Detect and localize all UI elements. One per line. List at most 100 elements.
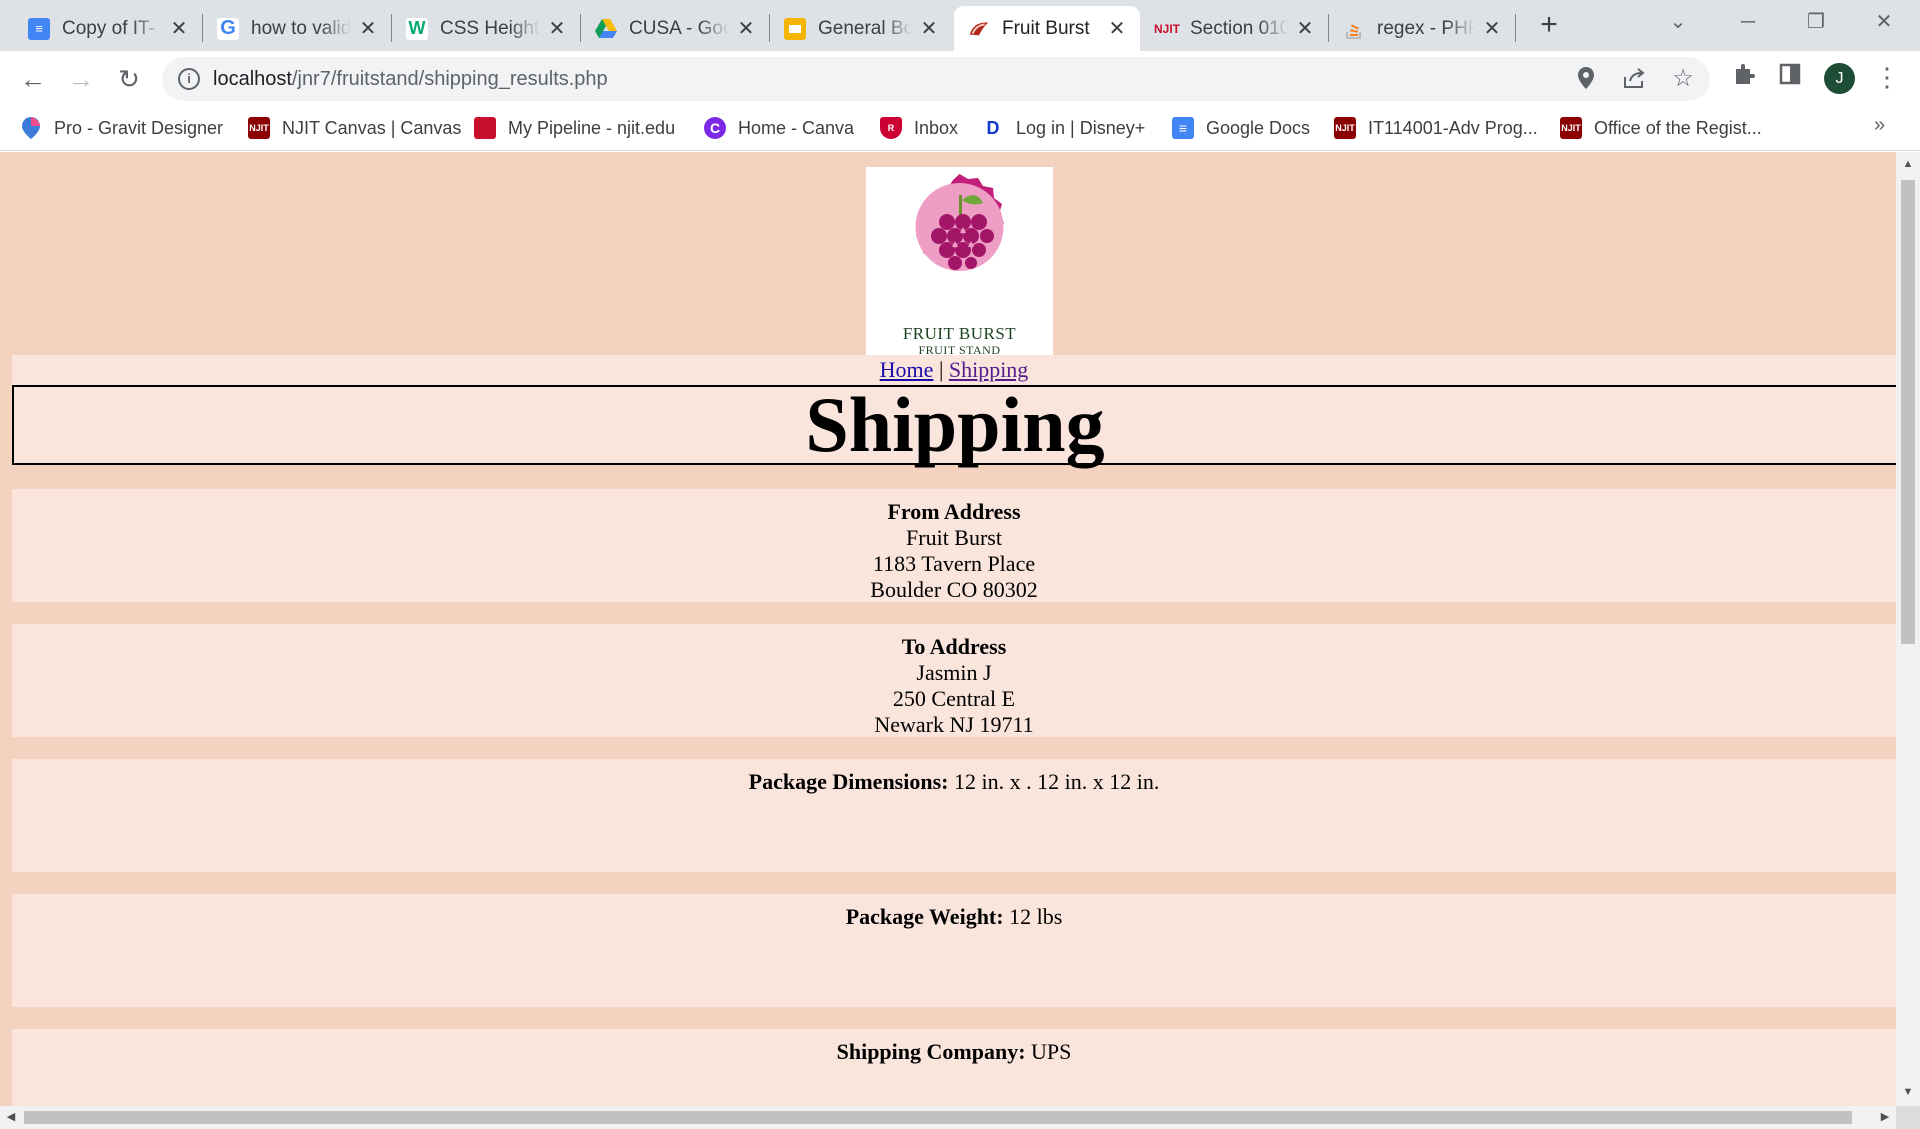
tab-copy-of-it[interactable]: ≡ Copy of IT- ✕: [14, 6, 202, 51]
profile-avatar[interactable]: J: [1824, 63, 1855, 94]
back-arrow-icon[interactable]: ←: [18, 64, 48, 94]
to-name: Jasmin J: [916, 660, 992, 685]
fruit-burst-icon: [968, 18, 990, 40]
more-bookmarks-icon[interactable]: »: [1874, 114, 1885, 137]
package-dimensions-panel: Package Dimensions: 12 in. x . 12 in. x …: [12, 759, 1896, 872]
vertical-scrollbar[interactable]: ▲ ▼: [1896, 152, 1920, 1106]
url-text[interactable]: localhost/jnr7/fruitstand/shipping_resul…: [213, 68, 608, 91]
bookmark-my-pipeline[interactable]: My Pipeline - njit.edu: [474, 114, 675, 142]
from-name: Fruit Burst: [906, 525, 1002, 550]
bookmark-star-icon[interactable]: ☆: [1671, 67, 1695, 91]
grapes-logo-icon: [915, 174, 1004, 271]
bookmark-gravit[interactable]: Pro - Gravit Designer: [20, 114, 223, 142]
from-city: Boulder CO 80302: [870, 577, 1038, 602]
extensions-icon[interactable]: [1730, 63, 1758, 91]
bookmark-canva[interactable]: C Home - Canva: [704, 114, 854, 142]
scroll-left-arrow-icon[interactable]: ◀: [0, 1106, 22, 1129]
nav-link-shipping[interactable]: Shipping: [949, 357, 1028, 382]
tab-cusa[interactable]: CUSA - Goo ✕: [581, 6, 769, 51]
google-docs-icon: ≡: [28, 17, 50, 40]
njit-icon: NJIT: [1560, 117, 1582, 139]
w3schools-icon: W: [406, 17, 428, 40]
browser-toolbar: ← → ↻ i localhost/jnr7/fruitstand/shippi…: [0, 51, 1920, 106]
location-pin-icon[interactable]: [1574, 67, 1598, 91]
page-title-box: Shipping: [12, 385, 1896, 465]
bookmarks-bar: Pro - Gravit Designer NJIT NJIT Canvas |…: [0, 106, 1920, 151]
to-street: 250 Central E: [892, 686, 1016, 711]
close-icon[interactable]: ✕: [168, 16, 190, 41]
tab-title: CUSA - Goo: [629, 17, 729, 39]
pipeline-icon: [474, 117, 496, 139]
tab-general-bo[interactable]: General Bo ✕: [770, 6, 952, 51]
tab-regex-php[interactable]: regex - PHP ✕: [1329, 6, 1515, 51]
package-weight-label: Package Weight:: [845, 904, 1004, 929]
new-tab-button[interactable]: +: [1536, 10, 1562, 40]
bookmark-registrar[interactable]: NJIT Office of the Regist...: [1560, 114, 1762, 142]
close-icon[interactable]: ✕: [1481, 16, 1503, 41]
page-viewport: FRUIT BURST FRUIT STAND Home | Shipping …: [0, 152, 1896, 1106]
gravit-icon: [20, 117, 42, 139]
nav-link-home[interactable]: Home: [880, 357, 934, 382]
tab-strip: ≡ Copy of IT- ✕ G how to valid ✕ W CSS H…: [0, 0, 1920, 51]
disney-icon: D: [986, 117, 1000, 138]
tab-fruit-burst[interactable]: Fruit Burst ✕: [954, 6, 1140, 51]
vertical-scroll-thumb[interactable]: [1901, 180, 1915, 644]
fruit-burst-logo: FRUIT BURST FRUIT STAND: [866, 167, 1053, 357]
package-dimensions-value: 12 in. x . 12 in. x 12 in.: [953, 769, 1160, 794]
to-address-panel: To Address Jasmin J 250 Central E Newark…: [12, 624, 1896, 737]
scroll-right-arrow-icon[interactable]: ▶: [1874, 1106, 1896, 1129]
njit-icon: NJIT: [1334, 117, 1356, 139]
tab-title: CSS Height: [440, 17, 540, 39]
scrollbar-corner: [1896, 1106, 1920, 1129]
njit-icon: NJIT: [248, 117, 270, 139]
tab-title: Copy of IT-: [62, 17, 155, 39]
scroll-up-arrow-icon[interactable]: ▲: [1896, 154, 1920, 174]
minimize-button[interactable]: ─: [1728, 8, 1768, 36]
address-bar[interactable]: i localhost/jnr7/fruitstand/shipping_res…: [162, 57, 1710, 101]
package-dimensions-label: Package Dimensions:: [748, 769, 949, 794]
page-title: Shipping: [805, 381, 1105, 468]
tab-search-icon[interactable]: ⌄: [1658, 8, 1698, 36]
njit-icon: NJIT: [1154, 21, 1181, 36]
logo-title: FRUIT BURST: [902, 324, 1017, 343]
google-docs-icon: ≡: [1172, 117, 1194, 139]
close-icon[interactable]: ✕: [357, 16, 379, 41]
canva-icon: C: [704, 117, 726, 139]
from-address-heading: From Address: [887, 499, 1021, 524]
from-address-panel: From Address Fruit Burst 1183 Tavern Pla…: [12, 489, 1896, 602]
google-drive-icon: [595, 18, 617, 40]
bookmark-inbox[interactable]: R Inbox: [880, 114, 958, 142]
horizontal-scrollbar[interactable]: ◀ ▶: [0, 1106, 1896, 1129]
google-icon: G: [217, 17, 239, 40]
tab-title: Section 010: [1190, 17, 1288, 39]
close-icon[interactable]: ✕: [1106, 16, 1128, 41]
tab-title: Fruit Burst: [1002, 17, 1090, 39]
restore-button[interactable]: ❐: [1796, 8, 1836, 36]
side-panel-icon[interactable]: [1776, 63, 1804, 91]
tab-how-to-valid[interactable]: G how to valid ✕: [203, 6, 391, 51]
close-icon[interactable]: ✕: [1294, 16, 1316, 41]
info-icon[interactable]: i: [178, 68, 200, 90]
tab-css-height[interactable]: W CSS Height ✕: [392, 6, 580, 51]
reload-icon[interactable]: ↻: [114, 64, 144, 94]
close-window-button[interactable]: ✕: [1864, 8, 1904, 36]
bookmark-it114001[interactable]: NJIT IT114001-Adv Prog...: [1334, 114, 1538, 142]
rutgers-icon: R: [880, 117, 902, 139]
bookmark-disney[interactable]: D Log in | Disney+: [982, 114, 1146, 142]
bookmark-njit-canvas[interactable]: NJIT NJIT Canvas | Canvas: [248, 114, 461, 142]
close-icon[interactable]: ✕: [735, 16, 757, 41]
to-city: Newark NJ 19711: [874, 712, 1034, 737]
scroll-down-arrow-icon[interactable]: ▼: [1896, 1082, 1920, 1102]
tab-title: General Bo: [818, 17, 912, 39]
menu-kebab-icon[interactable]: ⋮: [1873, 63, 1901, 91]
google-slides-icon: [784, 17, 806, 40]
forward-arrow-icon[interactable]: →: [66, 64, 96, 94]
to-address-heading: To Address: [901, 634, 1007, 659]
shipping-company-label: Shipping Company:: [836, 1039, 1026, 1064]
tab-section-010[interactable]: NJIT Section 010 ✕: [1142, 6, 1328, 51]
close-icon[interactable]: ✕: [546, 16, 568, 41]
share-icon[interactable]: [1622, 67, 1646, 91]
close-icon[interactable]: ✕: [918, 16, 940, 41]
bookmark-google-docs[interactable]: ≡ Google Docs: [1172, 114, 1310, 142]
horizontal-scroll-thumb[interactable]: [24, 1111, 1852, 1124]
